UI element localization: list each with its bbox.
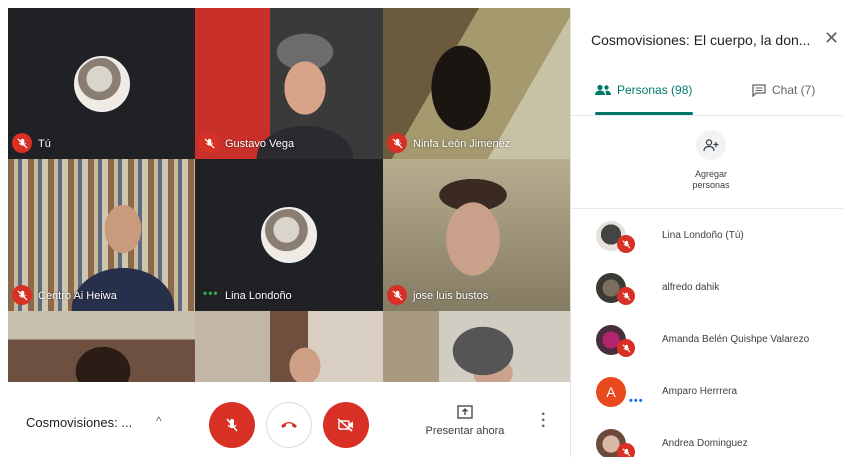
participant-row[interactable]: Amanda Belén Quishpe Valarezo xyxy=(571,319,843,371)
mic-off-icon xyxy=(387,133,407,153)
mic-off-icon xyxy=(387,285,407,305)
panel-title: Cosmovisiones: El cuerpo, la don... xyxy=(591,32,811,48)
video-grid: Tú Gustavo Vega Ninfa León Jimenez Centr… xyxy=(8,8,570,382)
hang-up-icon xyxy=(281,422,297,428)
tile-name: Gustavo Vega xyxy=(225,138,295,150)
participant-row[interactable]: A ••• Amparo Herrrera xyxy=(571,371,843,423)
mic-off-icon xyxy=(199,133,219,153)
video-tile[interactable]: Centro Ai Heiwa xyxy=(8,159,195,311)
mic-off-icon xyxy=(617,443,635,457)
tile-name: Lina Londoño xyxy=(225,290,292,302)
video-tile[interactable] xyxy=(383,311,570,382)
avatar xyxy=(261,207,317,263)
video-tile[interactable] xyxy=(8,311,195,382)
participant-name: Andrea Dominguez xyxy=(662,438,748,449)
tab-people-label: Personas (98) xyxy=(617,83,693,97)
participant-name: alfredo dahik xyxy=(662,282,720,293)
leave-call-button[interactable] xyxy=(266,402,312,448)
camera-toggle-button[interactable] xyxy=(323,402,369,448)
mic-off-icon xyxy=(12,285,32,305)
close-icon[interactable]: ✕ xyxy=(824,28,839,49)
participant-row[interactable]: Lina Londoño (Tú) xyxy=(571,215,843,267)
avatar: A xyxy=(596,377,626,407)
participant-name: Amanda Belén Quishpe Valarezo xyxy=(662,334,810,345)
tab-people[interactable]: Personas (98) xyxy=(595,83,692,97)
video-tile-self[interactable]: Tú xyxy=(8,8,195,159)
add-person-icon xyxy=(703,138,719,151)
divider xyxy=(571,208,843,209)
video-tile[interactable]: jose luis bustos xyxy=(383,159,570,311)
present-now-label: Presentar ahora xyxy=(425,425,505,437)
mic-off-icon xyxy=(12,133,32,153)
meet-window: Tú Gustavo Vega Ninfa León Jimenez Centr… xyxy=(0,0,843,457)
video-tile[interactable]: Gustavo Vega xyxy=(195,8,383,159)
participant-row[interactable]: Andrea Dominguez xyxy=(571,423,843,457)
tab-chat-label: Chat (7) xyxy=(772,83,816,97)
mic-off-icon xyxy=(226,418,238,432)
mic-off-icon xyxy=(617,287,635,305)
tab-chat[interactable]: Chat (7) xyxy=(752,83,815,97)
tile-name: Centro Ai Heiwa xyxy=(38,290,117,302)
speaking-indicator-icon: ••• xyxy=(629,395,644,407)
present-now-button[interactable]: Presentar ahora xyxy=(425,405,505,437)
add-people-button[interactable] xyxy=(696,130,726,160)
mic-off-icon xyxy=(617,235,635,253)
speaking-indicator-icon: ••• xyxy=(203,286,219,300)
camera-off-icon xyxy=(337,418,353,432)
video-tile[interactable]: ••• Lina Londoño xyxy=(195,159,383,311)
mic-toggle-button[interactable] xyxy=(209,402,255,448)
video-tile[interactable]: Ninfa León Jimenez xyxy=(383,8,570,159)
meeting-title[interactable]: Cosmovisiones: ... xyxy=(26,415,132,430)
add-people-label: Agregar personas xyxy=(692,169,730,190)
tile-name: Tú xyxy=(38,138,51,150)
chevron-up-icon[interactable]: ^ xyxy=(156,414,162,428)
divider xyxy=(571,115,843,116)
people-icon xyxy=(595,84,611,95)
participant-row[interactable]: alfredo dahik xyxy=(571,267,843,319)
mic-off-icon xyxy=(617,339,635,357)
avatar xyxy=(73,55,130,112)
participant-name: Lina Londoño (Tú) xyxy=(662,230,744,241)
more-options-icon[interactable]: · · · xyxy=(541,407,546,435)
bottom-toolbar: Cosmovisiones: ... ^ Presentar ahora · · · xyxy=(0,382,570,457)
tile-name: jose luis bustos xyxy=(413,290,489,302)
participant-name: Amparo Herrrera xyxy=(662,386,738,397)
video-tile[interactable] xyxy=(195,311,383,382)
side-panel: Cosmovisiones: El cuerpo, la don... ✕ Pe… xyxy=(570,8,843,457)
tile-name: Ninfa León Jimenez xyxy=(413,138,511,150)
chat-icon xyxy=(752,83,766,97)
present-screen-icon xyxy=(457,405,473,419)
